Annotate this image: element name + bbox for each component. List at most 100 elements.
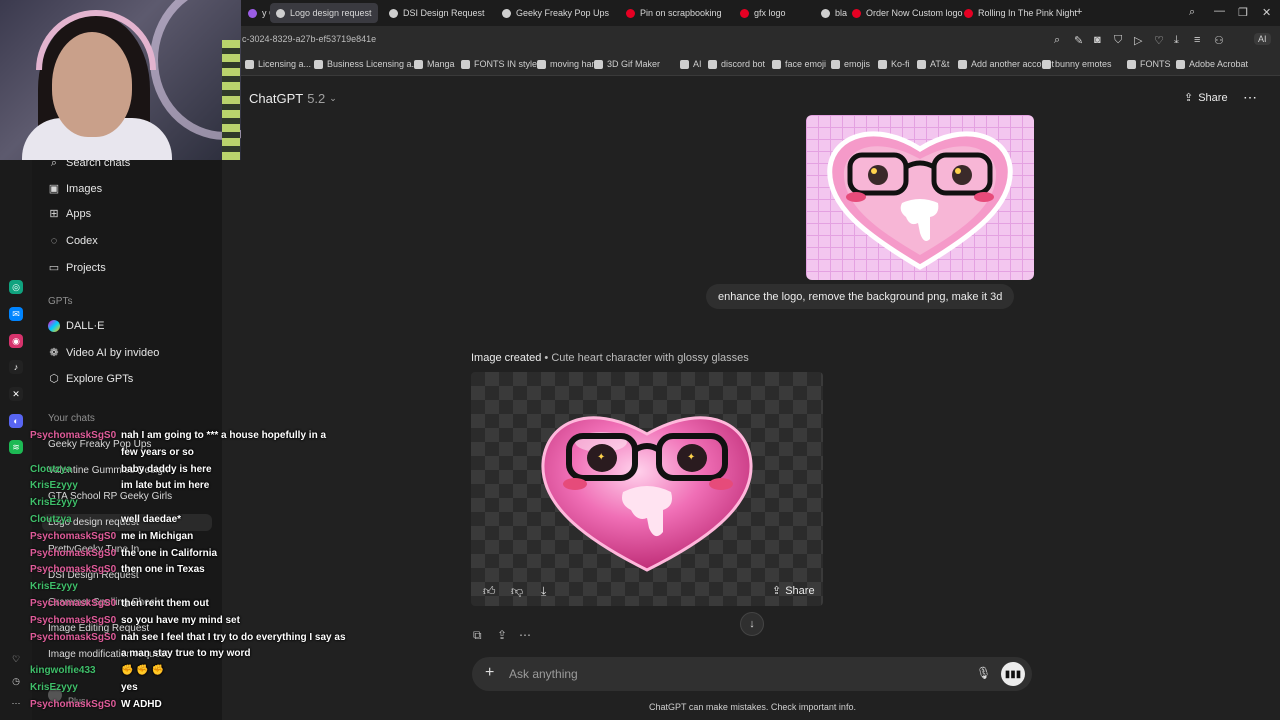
thumbs-up-icon[interactable]: 👍︎: [483, 584, 496, 599]
stream-chat-message: then rent them out: [121, 598, 209, 609]
gpt-item-label: Explore GPTs: [66, 373, 134, 385]
maximize-icon[interactable]: ❐: [1238, 6, 1248, 19]
more-options-icon[interactable]: ⋯: [1243, 89, 1257, 106]
browser-tab[interactable]: Rolling In The Pink Night: [958, 3, 1083, 23]
tab-favicon-icon: [502, 8, 511, 18]
share-button[interactable]: ⇪ Share: [1184, 91, 1228, 105]
new-tab-icon[interactable]: +: [1076, 6, 1082, 18]
play-icon[interactable]: ▷: [1134, 34, 1142, 47]
close-window-icon[interactable]: ✕: [1262, 6, 1271, 19]
bookmark-icon: [708, 59, 717, 69]
stream-chat-username: KrisEzyyy: [30, 682, 78, 693]
bookmark-item[interactable]: face emoji: [772, 59, 826, 69]
download-icon[interactable]: ⤓: [1174, 34, 1179, 47]
headset: [36, 10, 156, 70]
browser-tab[interactable]: Order Now Custom logo: [846, 3, 969, 23]
user-uploaded-image[interactable]: [806, 115, 1034, 280]
messenger-icon[interactable]: ✉: [9, 307, 23, 321]
bookmark-item[interactable]: Licensing a...: [245, 59, 311, 69]
dalle-icon: [48, 320, 60, 332]
model-selector[interactable]: ChatGPT 5.2 ⌄: [249, 91, 337, 106]
browser-tab[interactable]: Pin on scrapbooking: [620, 3, 728, 23]
composer: + 🎙︎ ▮▮▮: [472, 657, 1032, 691]
bookmark-item[interactable]: AI: [680, 59, 702, 69]
share-message-icon[interactable]: ⇪: [497, 628, 507, 642]
mic-icon[interactable]: 🎙︎: [976, 666, 991, 680]
bookmark-item[interactable]: FONTS IN style: [461, 59, 537, 69]
folder-icon: ▭: [48, 262, 60, 274]
chatgpt-icon[interactable]: ◎: [9, 280, 23, 294]
gpt-item-dalle[interactable]: DALL·E: [48, 320, 105, 332]
bookmark-item[interactable]: Business Licensing a...: [314, 59, 419, 69]
x-icon[interactable]: ✕: [9, 387, 23, 401]
sidebar-item-codex[interactable]: ◌ Codex: [48, 235, 98, 247]
thumbs-down-icon[interactable]: 👎︎: [511, 584, 523, 599]
chat-input[interactable]: [509, 665, 929, 683]
image-icon: ▣: [48, 183, 60, 195]
stream-chat-username: PsychomaskSgS0: [30, 564, 117, 576]
search-tabs-icon[interactable]: ⌕: [1189, 6, 1195, 19]
menu-icon[interactable]: ≡: [1194, 34, 1200, 46]
more-actions-icon[interactable]: ⋯: [519, 628, 531, 642]
edit-icon[interactable]: ✎: [1074, 34, 1083, 47]
sidebar-item-label: Codex: [66, 235, 98, 247]
bookmark-item[interactable]: Ko-fi: [878, 59, 910, 69]
gpt-item-invideo[interactable]: ❁ Video AI by invideo: [48, 347, 159, 359]
shield-icon[interactable]: ⛉: [1114, 34, 1122, 47]
tiktok-icon[interactable]: ♪: [9, 360, 23, 374]
bookmark-item[interactable]: moving hand: [537, 59, 602, 69]
bookmark-icon: [1042, 59, 1051, 69]
sidebar-item-images[interactable]: ▣ Images: [48, 183, 102, 195]
scroll-down-button[interactable]: ↓: [740, 612, 764, 636]
bookmark-item[interactable]: Add another account: [958, 59, 1054, 69]
tab-label: Pin on scrapbooking: [640, 8, 722, 18]
minimize-icon[interactable]: —: [1214, 5, 1225, 17]
copy-icon[interactable]: ⧉: [473, 628, 482, 643]
bookmark-item[interactable]: Adobe Acrobat: [1176, 59, 1248, 69]
stream-chat-username: Cloutzya: [30, 463, 72, 475]
stream-chat-username: KrisEzyyy: [30, 581, 78, 593]
ai-button[interactable]: AI: [1254, 33, 1271, 45]
sidebar-item-apps[interactable]: ⊞ Apps: [48, 208, 91, 220]
url-text[interactable]: c-3024-8329-a27b-ef53719e841e: [242, 34, 376, 44]
stream-chat-username: PsychomaskSgS0: [30, 598, 117, 609]
heart-icon[interactable]: ♡: [1154, 34, 1164, 47]
tab-favicon-icon: [964, 8, 973, 18]
download-icon[interactable]: ⤓: [541, 584, 546, 599]
bookmark-item[interactable]: bunny emotes: [1042, 59, 1112, 69]
gpt-item-explore[interactable]: ⬡ Explore GPTs: [48, 373, 133, 385]
user-message-bubble: enhance the logo, remove the background …: [706, 284, 1015, 309]
sidebar-item-label: Projects: [66, 262, 106, 274]
bookmark-item[interactable]: emojis: [831, 59, 870, 69]
bookmark-item[interactable]: Manga: [414, 59, 455, 69]
browser-tab[interactable]: DSI Design Request: [383, 3, 491, 23]
bookmark-item[interactable]: FONTS: [1127, 59, 1171, 69]
sidebar-item-projects[interactable]: ▭ Projects: [48, 262, 106, 274]
browser-tab[interactable]: Geeky Freaky Pop Ups: [496, 3, 615, 23]
bookmark-item[interactable]: 3D Gif Maker: [594, 59, 660, 69]
image-share-label: Share: [785, 584, 815, 597]
bookmark-icon: [537, 59, 546, 69]
plus-icon[interactable]: +: [485, 664, 494, 682]
browser-tab[interactable]: gfx logo: [734, 3, 792, 23]
bookmark-icon: [245, 59, 254, 69]
voice-mode-button[interactable]: ▮▮▮: [1001, 662, 1025, 686]
bookmark-label: emojis: [844, 59, 871, 69]
stream-chat-message: then one in Texas: [121, 564, 205, 576]
bookmark-label: Manga: [427, 59, 455, 69]
stream-chat-username: PsychomaskSgS0: [30, 430, 117, 441]
generated-image[interactable]: ✦ ✦ 👍︎ 👎︎ ⤓: [471, 372, 823, 606]
image-share-button[interactable]: ⇪ Share: [772, 584, 815, 598]
camera-icon[interactable]: ◙: [1094, 34, 1101, 46]
instagram-icon[interactable]: ◉: [9, 334, 23, 348]
bookmark-item[interactable]: AT&t: [917, 59, 949, 69]
profile-icon[interactable]: ⚇: [1214, 34, 1224, 47]
bookmark-item[interactable]: discord bot: [708, 59, 765, 69]
bookmark-label: discord bot: [721, 59, 766, 69]
share-label: Share: [1198, 91, 1228, 104]
search-icon[interactable]: ⌕: [1054, 34, 1060, 47]
stream-chat-message: a man stay true to my word: [121, 648, 251, 660]
bookmark-icon: [461, 59, 470, 69]
stream-chat-message: few years or so: [121, 446, 194, 458]
browser-tab[interactable]: Logo design request: [270, 3, 378, 23]
